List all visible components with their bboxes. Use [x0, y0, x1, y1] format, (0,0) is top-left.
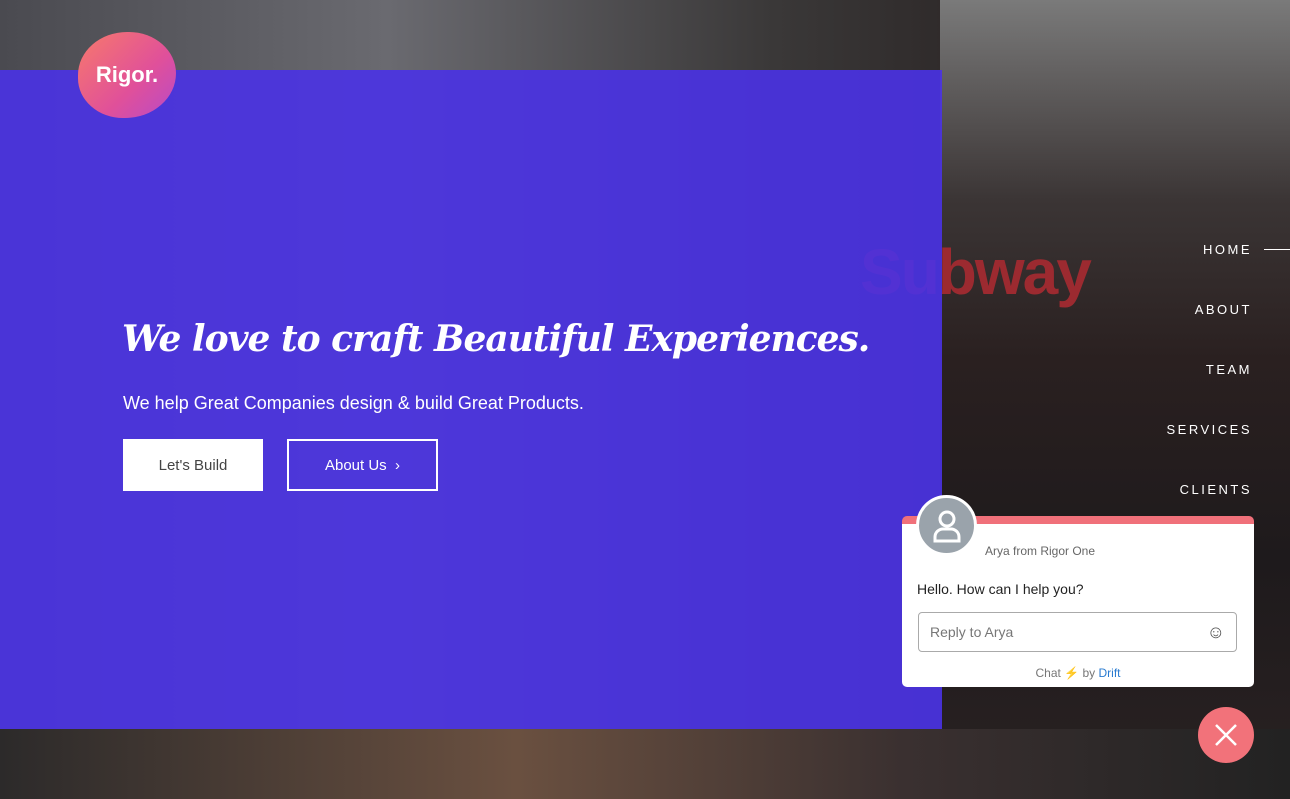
- user-icon: [933, 510, 960, 542]
- chat-reply-input[interactable]: Reply to Arya ☺: [918, 612, 1237, 652]
- hero-subtitle: We help Great Companies design & build G…: [123, 393, 584, 413]
- emoji-icon[interactable]: ☺: [1207, 622, 1225, 643]
- footer-chat: Chat: [1035, 666, 1061, 680]
- chevron-right-icon: ›: [395, 456, 401, 474]
- close-icon: [1215, 724, 1237, 746]
- reply-placeholder: Reply to Arya: [930, 624, 1014, 640]
- nav-active-indicator: [1264, 249, 1290, 250]
- nav-services[interactable]: SERVICES: [1166, 422, 1252, 437]
- nav-clients[interactable]: CLIENTS: [1180, 482, 1252, 497]
- drift-link[interactable]: Drift: [1099, 666, 1121, 680]
- agent-avatar: [916, 495, 977, 556]
- background-street: [0, 729, 1290, 799]
- nav-team[interactable]: TEAM: [1206, 362, 1252, 377]
- chat-agent-name: Arya from Rigor One: [985, 544, 1096, 558]
- chat-message: Hello. How can I help you?: [917, 581, 1084, 597]
- nav-home[interactable]: HOME: [1203, 242, 1252, 257]
- about-us-button[interactable]: About Us ›: [287, 439, 438, 491]
- lets-build-label: Let's Build: [158, 456, 228, 474]
- close-chat-button[interactable]: [1198, 707, 1254, 763]
- nav-about[interactable]: ABOUT: [1195, 302, 1252, 317]
- hero-title: We love to craft Beautiful Experiences.: [122, 318, 870, 360]
- chat-footer: Chat ⚡ by Drift: [902, 666, 1254, 680]
- lets-build-button[interactable]: Let's Build: [123, 439, 263, 491]
- about-us-label: About Us: [324, 456, 387, 474]
- footer-by: by: [1082, 666, 1096, 680]
- lightning-icon: ⚡: [1064, 666, 1080, 680]
- logo-text: Rigor.: [95, 62, 159, 87]
